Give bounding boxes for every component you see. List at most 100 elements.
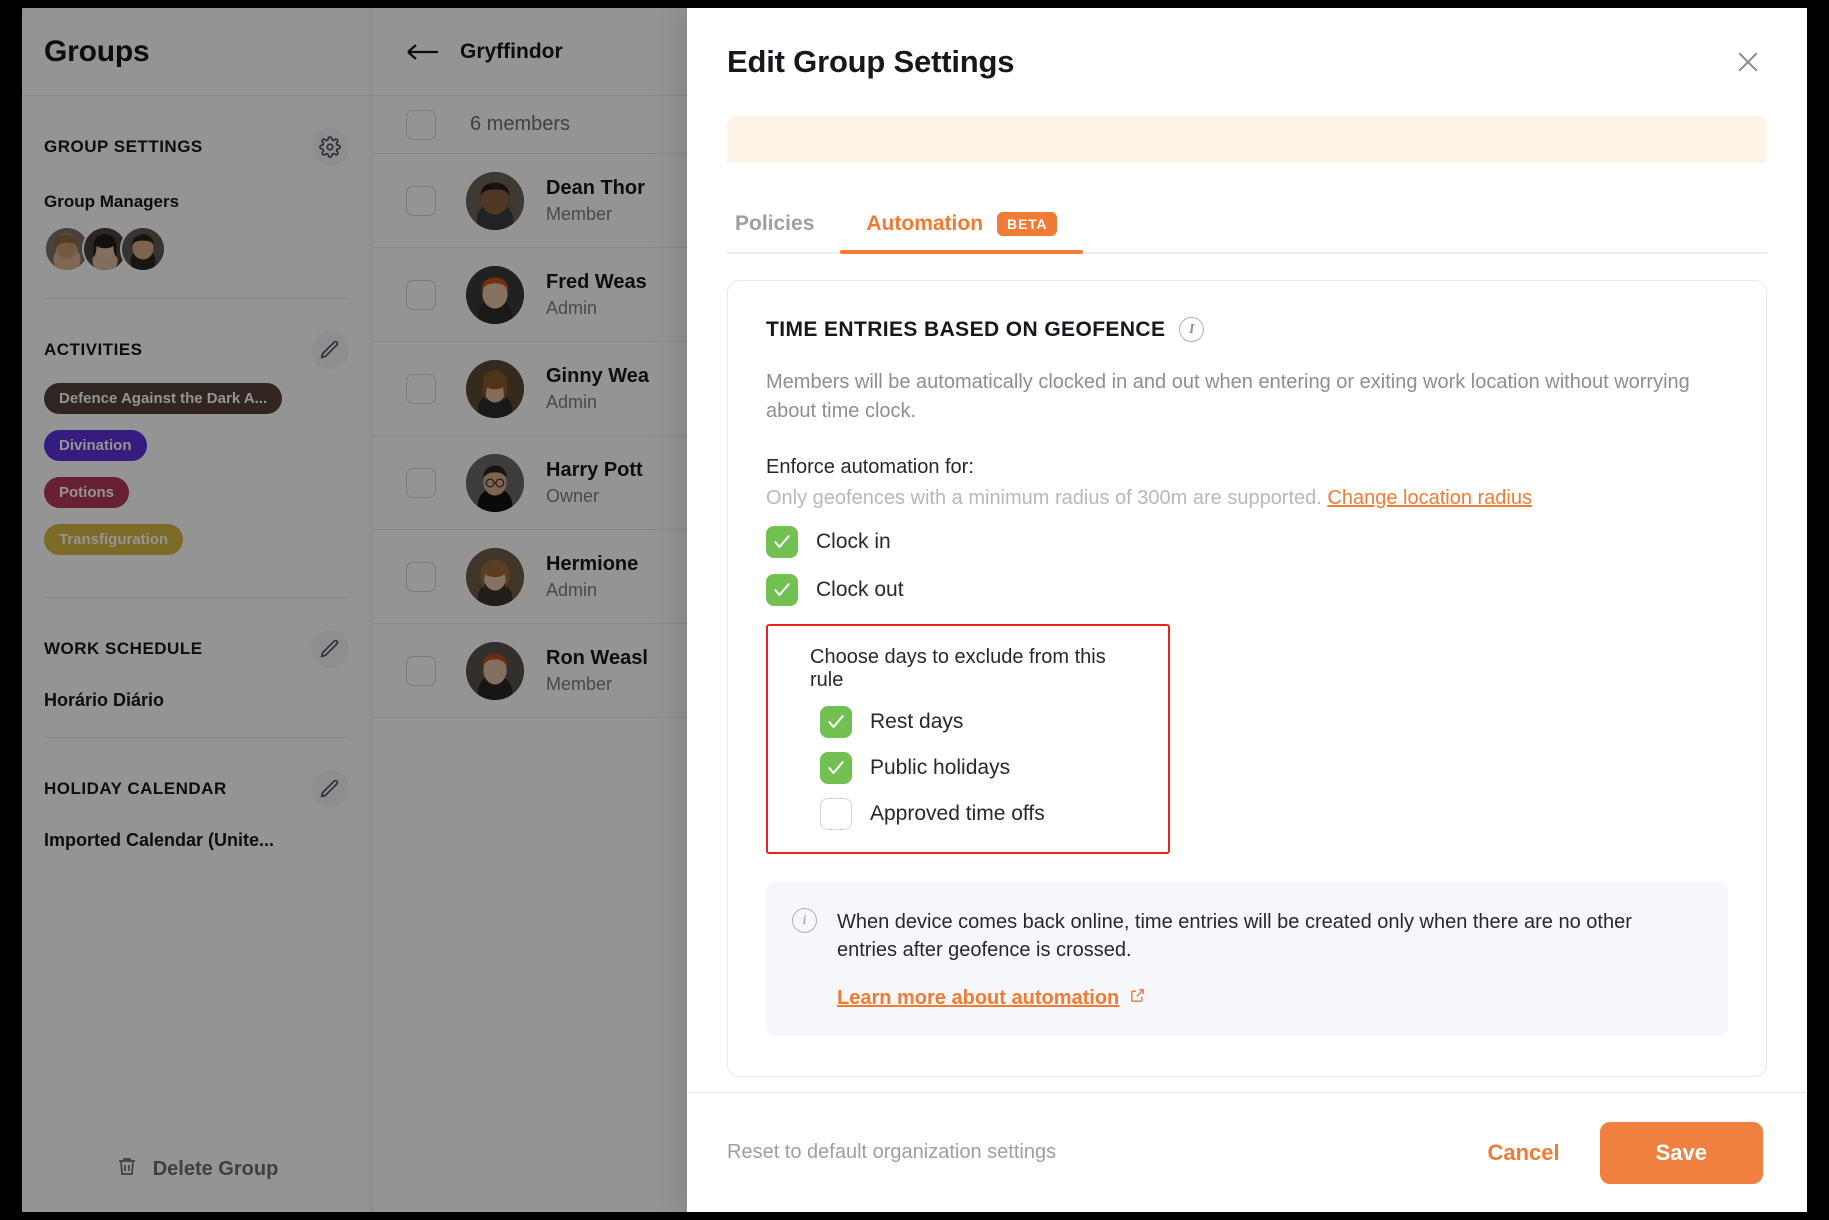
gear-icon[interactable] <box>311 128 349 166</box>
save-button[interactable]: Save <box>1599 1121 1763 1184</box>
beta-badge: BETA <box>997 212 1058 236</box>
modal-body: Policies Automation BETA TIME ENTRIES BA… <box>687 116 1807 1092</box>
card-description: Members will be automatically clocked in… <box>766 371 1690 422</box>
work-schedule-header: WORK SCHEDULE <box>44 598 349 668</box>
external-link-icon <box>1129 987 1146 1010</box>
activity-chip[interactable]: Potions <box>44 477 129 508</box>
public-holidays-checkbox[interactable] <box>820 752 852 784</box>
avatar <box>466 359 524 418</box>
public-holidays-option[interactable]: Public holidays <box>820 752 1142 784</box>
group-settings-header: GROUP SETTINGS <box>44 96 349 166</box>
member-name: Ginny Wea <box>546 364 649 387</box>
row-checkbox[interactable] <box>406 185 436 216</box>
left-sidebar: Groups GROUP SETTINGS Group Managers ACT… <box>22 8 372 1212</box>
group-managers-label: Group Managers <box>44 192 180 211</box>
member-role: Admin <box>546 391 598 412</box>
close-icon[interactable] <box>1733 47 1763 77</box>
radius-note: Only geofences with a minimum radius of … <box>766 487 1728 510</box>
delete-group-button[interactable]: Delete Group <box>22 1154 371 1184</box>
group-managers-avatars <box>44 226 349 272</box>
card-title: TIME ENTRIES BASED ON GEOFENCE i <box>766 317 1728 342</box>
modal-title: Edit Group Settings <box>727 44 1015 79</box>
change-location-radius-link[interactable]: Change location radius <box>1327 487 1532 509</box>
pencil-icon[interactable] <box>311 770 349 808</box>
screen: Groups GROUP SETTINGS Group Managers ACT… <box>0 0 1829 1220</box>
holiday-calendar-section: HOLIDAY CALENDAR Imported Calendar (Unit… <box>22 738 371 851</box>
work-schedule-label: WORK SCHEDULE <box>44 639 203 658</box>
activity-chip[interactable]: Defence Against the Dark A... <box>44 383 283 414</box>
automation-note: i When device comes back online, time en… <box>766 882 1728 1036</box>
member-role: Admin <box>546 297 598 318</box>
group-name: Gryffindor <box>460 39 563 63</box>
row-checkbox[interactable] <box>406 655 436 686</box>
tab-automation-label: Automation <box>866 212 984 235</box>
group-settings-section: GROUP SETTINGS Group Managers <box>22 96 371 272</box>
scrolled-banner-peek <box>727 116 1767 162</box>
clock-in-checkbox[interactable] <box>766 526 798 558</box>
member-name: Hermione <box>546 552 639 575</box>
holiday-calendar-header: HOLIDAY CALENDAR <box>44 738 349 808</box>
member-name: Fred Weas <box>546 270 647 293</box>
avatar <box>466 453 524 512</box>
row-checkbox[interactable] <box>406 561 436 592</box>
tab-policies[interactable]: Policies <box>727 212 840 252</box>
avatar <box>466 641 524 700</box>
row-checkbox[interactable] <box>406 467 436 498</box>
arrow-left-icon[interactable] <box>406 42 440 62</box>
rest-days-option[interactable]: Rest days <box>820 706 1142 738</box>
activity-chip[interactable]: Transfiguration <box>44 524 184 555</box>
reset-to-default-link[interactable]: Reset to default organization settings <box>727 1141 1056 1164</box>
member-role: Admin <box>546 579 598 600</box>
clock-out-checkbox[interactable] <box>766 574 798 606</box>
delete-group-label: Delete Group <box>152 1157 279 1180</box>
row-checkbox[interactable] <box>406 279 436 310</box>
pencil-icon[interactable] <box>311 331 349 369</box>
learn-more-label: Learn more about automation <box>837 986 1120 1009</box>
radius-note-text: Only geofences with a minimum radius of … <box>766 487 1322 509</box>
public-holidays-label: Public holidays <box>870 756 1011 779</box>
modal-header: Edit Group Settings <box>687 8 1807 116</box>
members-count-label: 6 members <box>470 113 571 135</box>
approved-time-offs-option[interactable]: Approved time offs <box>820 798 1142 830</box>
learn-more-about-automation-link[interactable]: Learn more about automation <box>837 987 1146 1010</box>
cancel-button[interactable]: Cancel <box>1481 1130 1565 1176</box>
clock-out-label: Clock out <box>816 578 904 601</box>
holiday-calendar-value: Imported Calendar (Unite... <box>44 830 275 850</box>
avatar <box>466 265 524 324</box>
tab-automation[interactable]: Automation BETA <box>840 212 1084 254</box>
activity-chip[interactable]: Divination <box>44 430 147 461</box>
activities-header: ACTIVITIES <box>44 299 349 369</box>
clock-in-label: Clock in <box>816 530 891 553</box>
member-name: Harry Pott <box>546 458 643 481</box>
work-schedule-section: WORK SCHEDULE Horário Diário <box>22 598 371 711</box>
approved-time-offs-checkbox[interactable] <box>820 798 852 830</box>
avatar <box>466 171 524 230</box>
footer-actions: Cancel Save <box>1481 1121 1763 1184</box>
clock-out-option[interactable]: Clock out <box>766 574 1728 606</box>
select-all-checkbox[interactable] <box>406 109 436 140</box>
work-schedule-value: Horário Diário <box>44 690 165 710</box>
sidebar-header: Groups <box>22 8 371 96</box>
rest-days-label: Rest days <box>870 710 964 733</box>
member-role: Member <box>546 203 613 224</box>
member-name: Dean Thor <box>546 176 645 199</box>
approved-time-offs-label: Approved time offs <box>870 802 1045 825</box>
modal-tabs: Policies Automation BETA <box>727 192 1767 254</box>
rest-days-checkbox[interactable] <box>820 706 852 738</box>
tab-policies-label: Policies <box>735 212 815 235</box>
info-icon: i <box>792 908 817 933</box>
exclude-days-title: Choose days to exclude from this rule <box>810 646 1106 691</box>
holiday-calendar-label: HOLIDAY CALENDAR <box>44 779 227 798</box>
pencil-icon[interactable] <box>311 630 349 668</box>
activities-section: ACTIVITIES Defence Against the Dark A...… <box>22 299 371 571</box>
exclude-days-highlight-box: Choose days to exclude from this rule Re… <box>766 624 1170 854</box>
row-checkbox[interactable] <box>406 373 436 404</box>
activities-label: ACTIVITIES <box>44 340 143 359</box>
page-title: Groups <box>44 34 150 68</box>
info-icon[interactable]: i <box>1179 317 1205 342</box>
activity-chip-list: Defence Against the Dark A... Divination… <box>44 383 349 571</box>
member-name: Ron Weasl <box>546 646 648 669</box>
avatar[interactable] <box>120 226 166 272</box>
member-role: Owner <box>546 485 600 506</box>
clock-in-option[interactable]: Clock in <box>766 526 1728 558</box>
